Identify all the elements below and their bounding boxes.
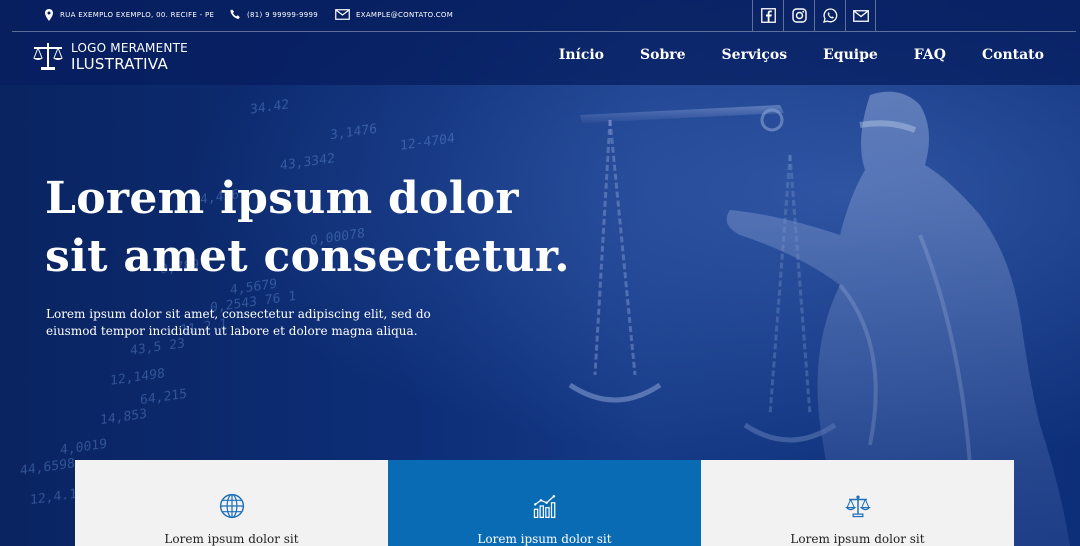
location-pin-icon [45, 9, 53, 21]
whatsapp-link[interactable] [814, 0, 845, 31]
nav-contato[interactable]: Contato [982, 47, 1044, 63]
feature-card-title: Lorem ipsum dolor sit [477, 532, 612, 546]
email-contact[interactable]: EXAMPLE@CONTATO.COM [335, 9, 453, 20]
site-logo[interactable]: LOGO MERAMENTE ILUSTRATIVA [31, 41, 188, 72]
hero-headline-line-2: sit amet consectetur. [45, 231, 570, 282]
feature-card-scales[interactable]: Lorem ipsum dolor sit [701, 460, 1014, 546]
feature-cards: Lorem ipsum dolor sit Lorem ipsum dolor … [75, 460, 1015, 546]
social-links [752, 0, 876, 31]
main-nav: Início Sobre Serviços Equipe FAQ Contato [559, 47, 1044, 63]
facebook-icon [760, 8, 776, 23]
nav-faq[interactable]: FAQ [914, 47, 946, 63]
globe-icon [219, 493, 244, 519]
mail-icon [852, 9, 869, 22]
facebook-link[interactable] [752, 0, 783, 31]
nav-servicos[interactable]: Serviços [722, 47, 788, 63]
mail-link[interactable] [845, 0, 876, 31]
nav-sobre[interactable]: Sobre [640, 47, 686, 63]
logo-line-2: ILUSTRATIVA [71, 55, 169, 73]
hero-headline-line-1: Lorem ipsum dolor [45, 173, 519, 224]
address-text: RUA EXEMPLO EXEMPLO, 00. RECIFE - PE [60, 11, 215, 19]
nav-inicio[interactable]: Início [559, 47, 604, 63]
feature-card-growth[interactable]: Lorem ipsum dolor sit [388, 460, 701, 546]
scales-icon [844, 495, 871, 518]
instagram-link[interactable] [783, 0, 814, 31]
nav-equipe[interactable]: Equipe [823, 47, 878, 63]
growth-chart-icon [533, 495, 555, 518]
phone-text: (81) 9 99999-9999 [247, 10, 318, 19]
feature-card-globe[interactable]: Lorem ipsum dolor sit [75, 460, 388, 546]
logo-line-1: LOGO MERAMENTE [71, 41, 188, 55]
hero-headline: Lorem ipsum dolor sit amet consectetur. [45, 170, 570, 286]
address-contact: RUA EXEMPLO EXEMPLO, 00. RECIFE - PE [44, 9, 214, 21]
email-text: EXAMPLE@CONTATO.COM [356, 10, 454, 19]
feature-card-title: Lorem ipsum dolor sit [790, 532, 925, 546]
top-contact-bar: RUA EXEMPLO EXEMPLO, 00. RECIFE - PE (81… [0, 0, 1080, 32]
phone-contact[interactable]: (81) 9 99999-9999 [230, 9, 318, 20]
whatsapp-icon [822, 8, 837, 23]
scales-logo-icon [33, 43, 63, 70]
phone-icon [230, 9, 240, 19]
mail-icon [335, 9, 350, 20]
instagram-icon [791, 8, 807, 23]
hero-subtext: Lorem ipsum dolor sit amet, consectetur … [46, 307, 431, 338]
logo-text: LOGO MERAMENTE ILUSTRATIVA [71, 41, 188, 72]
main-header: LOGO MERAMENTE ILUSTRATIVA Início Sobre … [0, 32, 1080, 85]
feature-card-title: Lorem ipsum dolor sit [164, 532, 299, 546]
